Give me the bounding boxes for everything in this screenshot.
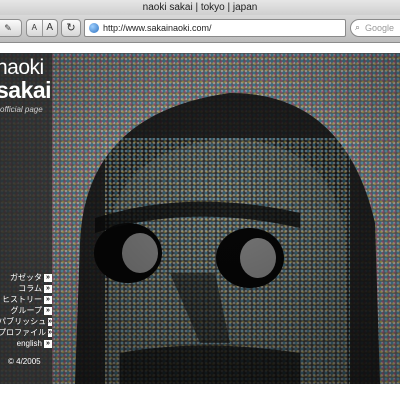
arrow-right-icon[interactable]: » xyxy=(48,317,52,326)
arrow-right-icon[interactable]: » xyxy=(48,328,52,337)
reload-button[interactable]: ↻ xyxy=(61,19,81,37)
arrow-right-icon[interactable]: » xyxy=(44,339,52,348)
copyright-text: © 4/2005 xyxy=(8,357,41,366)
nav-item-column[interactable]: コラム » xyxy=(0,283,52,294)
nav-label[interactable]: english xyxy=(17,339,42,348)
site-name-last: sakai xyxy=(0,77,52,103)
address-bar[interactable]: http://www.sakainaoki.com/ xyxy=(84,19,346,37)
page-bottom-margin xyxy=(0,384,400,400)
nav-item-group[interactable]: グループ » xyxy=(0,305,52,316)
nav-label[interactable]: パブリッシュ xyxy=(0,316,46,327)
site-subtitle: official page xyxy=(0,105,43,114)
nav-item-gazetta[interactable]: ガゼッタ » xyxy=(0,272,52,283)
google-g-icon: ⌕ xyxy=(355,22,361,32)
nav-item-history[interactable]: ヒストリー » xyxy=(0,294,52,305)
window-title: naoki sakai | tokyo | japan xyxy=(0,0,400,15)
browser-toolbar: ✎ A A ↻ http://www.sakainaoki.com/ ⌕ Goo… xyxy=(0,15,400,43)
globe-icon xyxy=(89,23,99,33)
site-nav: ガゼッタ » コラム » ヒストリー » グループ » パブリッシュ » プロフ… xyxy=(0,272,52,349)
nav-label[interactable]: ガゼッタ xyxy=(10,272,42,283)
pencil-icon: ✎ xyxy=(4,23,12,33)
arrow-right-icon[interactable]: » xyxy=(44,273,52,282)
arrow-right-icon[interactable]: » xyxy=(44,295,52,304)
arrow-right-icon[interactable]: » xyxy=(44,284,52,293)
nav-item-publish[interactable]: パブリッシュ » xyxy=(0,316,52,327)
nav-label[interactable]: グループ xyxy=(10,305,42,316)
nav-item-profile[interactable]: プロファイル » xyxy=(0,327,52,338)
text-size-buttons[interactable]: A A xyxy=(26,19,58,37)
text-smaller-button[interactable]: A xyxy=(27,20,42,36)
site-name-first: naoki xyxy=(0,56,44,79)
text-larger-button[interactable]: A xyxy=(41,20,58,36)
arrow-right-icon[interactable]: » xyxy=(44,306,52,315)
site-content: naoki sakai official page ガゼッタ » コラム » ヒ… xyxy=(0,53,400,384)
search-field[interactable]: ⌕ Google xyxy=(350,19,400,37)
sidebar: naoki sakai official page ガゼッタ » コラム » ヒ… xyxy=(0,53,52,384)
page-viewport: naoki sakai official page ガゼッタ » コラム » ヒ… xyxy=(0,44,400,400)
edit-button[interactable]: ✎ xyxy=(0,19,22,37)
search-placeholder: Google xyxy=(365,23,395,33)
nav-label[interactable]: プロファイル xyxy=(0,327,46,338)
nav-item-english[interactable]: english » xyxy=(0,338,52,349)
nav-label[interactable]: ヒストリー xyxy=(2,294,42,305)
halftone-portrait xyxy=(0,53,400,384)
reload-icon: ↻ xyxy=(66,22,76,34)
nav-label[interactable]: コラム xyxy=(18,283,42,294)
url-text[interactable]: http://www.sakainaoki.com/ xyxy=(103,20,212,36)
